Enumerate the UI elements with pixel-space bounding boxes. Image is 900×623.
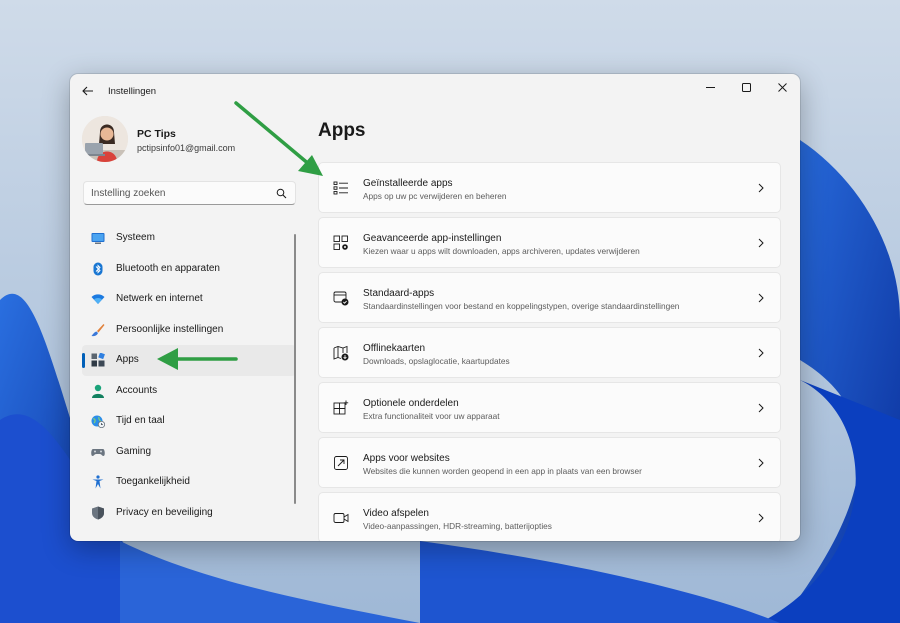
- wifi-icon: [91, 294, 105, 304]
- sidebar-item-label: Gaming: [116, 445, 152, 457]
- maximize-icon: [741, 82, 751, 92]
- open-in-app-icon: [334, 456, 348, 470]
- accessibility-icon: [92, 475, 104, 489]
- chevron-right-icon: [758, 183, 764, 193]
- default-apps-icon: [333, 291, 349, 306]
- card-video-afspelen[interactable]: Video afspelen Video-aanpassingen, HDR-s…: [318, 492, 781, 541]
- chevron-right-icon: [758, 348, 764, 358]
- sidebar-item-label: Privacy en beveiliging: [116, 506, 213, 518]
- search-icon[interactable]: [276, 188, 287, 199]
- card-title: Standaard-apps: [363, 288, 435, 299]
- back-button[interactable]: [80, 83, 96, 99]
- card-title: Optionele onderdelen: [363, 398, 459, 409]
- card-optionele-onderdelen[interactable]: Optionele onderdelen Extra functionalite…: [318, 382, 781, 433]
- map-download-icon: [333, 345, 349, 361]
- sidebar-item-persoonlijke-instellingen[interactable]: Persoonlijke instellingen: [82, 315, 296, 346]
- sidebar-item-label: Systeem: [116, 232, 155, 243]
- apps-icon: [91, 353, 105, 367]
- sidebar-item-netwerk[interactable]: Netwerk en internet: [82, 284, 296, 315]
- chevron-right-icon: [758, 403, 764, 413]
- card-offlinekaarten[interactable]: Offlinekaarten Downloads, opslaglocatie,…: [318, 327, 781, 378]
- sidebar-item-systeem[interactable]: Systeem: [82, 223, 296, 254]
- sidebar-item-apps[interactable]: Apps: [82, 345, 296, 376]
- monitor-icon: [91, 233, 105, 244]
- avatar-image: [82, 116, 128, 162]
- apps-gear-icon: [333, 235, 348, 250]
- gamepad-icon: [91, 448, 105, 456]
- card-apps-voor-websites[interactable]: Apps voor websites Websites die kunnen w…: [318, 437, 781, 488]
- user-profile[interactable]: PC Tips pctipsinfo01@gmail.com: [82, 116, 302, 164]
- sidebar-nav: Systeem Bluetooth en apparaten Netwerk e…: [82, 223, 296, 528]
- profile-name: PC Tips: [137, 128, 176, 140]
- sidebar-item-label: Toegankelijkheid: [116, 476, 190, 487]
- card-subtitle: Standaardinstellingen voor bestand en ko…: [363, 301, 680, 311]
- sidebar-item-privacy[interactable]: Privacy en beveiliging: [82, 498, 296, 529]
- card-subtitle: Websites die kunnen worden geopend in ee…: [363, 466, 642, 476]
- grid-add-icon: [333, 400, 349, 415]
- card-geavanceerde-app-instellingen[interactable]: Geavanceerde app-instellingen Kiezen waa…: [318, 217, 781, 268]
- close-icon: [777, 82, 787, 92]
- video-icon: [333, 513, 349, 523]
- card-subtitle: Extra functionaliteit voor uw apparaat: [363, 411, 500, 421]
- sidebar-scrollbar[interactable]: [294, 234, 296, 504]
- search-input[interactable]: [91, 186, 271, 201]
- sidebar-item-toegankelijkheid[interactable]: Toegankelijkheid: [82, 467, 296, 498]
- settings-window: Instellingen PC Tips pctipsinfo01@gmail.…: [70, 74, 800, 541]
- bluetooth-icon: [93, 262, 103, 275]
- card-subtitle: Kiezen waar u apps wilt downloaden, apps…: [363, 246, 640, 256]
- chevron-right-icon: [758, 458, 764, 468]
- card-subtitle: Video-aanpassingen, HDR-streaming, batte…: [363, 521, 552, 531]
- card-title: Video afspelen: [363, 508, 429, 519]
- card-title: Apps voor websites: [363, 453, 450, 464]
- minimize-icon: [705, 86, 715, 88]
- sidebar-item-label: Tijd en taal: [116, 415, 165, 426]
- chevron-right-icon: [758, 513, 764, 523]
- chevron-right-icon: [758, 293, 764, 303]
- card-standaard-apps[interactable]: Standaard-apps Standaardinstellingen voo…: [318, 272, 781, 323]
- card-subtitle: Downloads, opslaglocatie, kaartupdates: [363, 356, 510, 366]
- close-button[interactable]: [764, 74, 800, 100]
- card-title: Geïnstalleerde apps: [363, 178, 453, 189]
- card-geinstalleerde-apps[interactable]: Geïnstalleerde apps Apps op uw pc verwij…: [318, 162, 781, 213]
- sidebar-item-label: Accounts: [116, 384, 158, 396]
- chevron-right-icon: [758, 238, 764, 248]
- card-title: Geavanceerde app-instellingen: [363, 233, 502, 244]
- sidebar-item-accounts[interactable]: Accounts: [82, 376, 296, 407]
- page-title: Apps: [318, 120, 366, 141]
- sidebar-item-tijd-en-taal[interactable]: Tijd en taal: [82, 406, 296, 437]
- sidebar-item-gaming[interactable]: Gaming: [82, 437, 296, 468]
- card-title: Offlinekaarten: [363, 343, 426, 354]
- settings-cards: Geïnstalleerde apps Apps op uw pc verwij…: [318, 162, 781, 541]
- settings-search-box[interactable]: [83, 181, 296, 205]
- shield-icon: [92, 506, 104, 519]
- minimize-button[interactable]: [692, 74, 728, 100]
- person-icon: [92, 384, 104, 398]
- card-subtitle: Apps op uw pc verwijderen en beheren: [363, 191, 507, 201]
- profile-email: pctipsinfo01@gmail.com: [137, 143, 236, 153]
- sidebar-item-label: Netwerk en internet: [116, 293, 203, 304]
- sidebar-item-label: Bluetooth en apparaten: [116, 262, 220, 274]
- globe-clock-icon: [91, 415, 105, 428]
- sidebar-item-bluetooth[interactable]: Bluetooth en apparaten: [82, 254, 296, 285]
- brush-icon: [91, 323, 105, 336]
- maximize-button[interactable]: [728, 74, 764, 100]
- sidebar-item-label: Apps: [116, 354, 139, 365]
- sidebar-item-label: Persoonlijke instellingen: [116, 323, 224, 335]
- avatar: [82, 116, 128, 162]
- arrow-left-icon: [82, 86, 93, 96]
- title-bar: Instellingen: [70, 74, 800, 108]
- window-title: Instellingen: [108, 86, 157, 97]
- list-icon: [333, 181, 348, 195]
